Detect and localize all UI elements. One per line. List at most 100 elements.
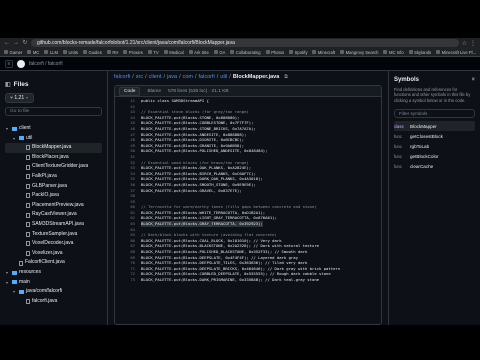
hamburger-icon[interactable]: ≡ xyxy=(5,59,13,68)
folder-icon xyxy=(19,136,24,141)
file-icon xyxy=(26,155,30,161)
symbol-kind: class xyxy=(394,123,404,129)
repo-breadcrumb[interactable]: falcorfi / falcorfi xyxy=(29,61,63,67)
blame-tab[interactable]: Blame xyxy=(143,88,165,95)
bookmark-item[interactable]: TV xyxy=(147,49,159,55)
tree-folder[interactable]: ▾ client xyxy=(5,124,102,134)
tree-file[interactable]: SAM3DStreamAPI.java xyxy=(5,220,102,230)
bookmark-item[interactable]: Medical xyxy=(163,50,184,55)
bookmark-label: Mangrovy Search xyxy=(345,49,379,55)
menu-icon[interactable]: ⋮ xyxy=(470,40,476,47)
github-logo-icon[interactable] xyxy=(17,59,25,68)
bookmark-item[interactable]: Minecraft xyxy=(312,50,335,55)
github-header: ≡ falcorfi / falcorfi xyxy=(0,57,480,71)
bookmark-item[interactable]: LLM xyxy=(44,50,58,55)
path-segment[interactable]: java xyxy=(167,74,177,80)
bookmark-item[interactable]: Spotify xyxy=(289,50,307,55)
tree-file[interactable]: BlockMapper.java xyxy=(5,143,102,153)
copy-path-icon[interactable]: ⧉ xyxy=(284,74,288,80)
bookmark-item[interactable]: Proxies xyxy=(123,50,143,55)
file-icon xyxy=(26,183,30,189)
path-segment[interactable]: falcorfi xyxy=(199,74,215,80)
bookmark-favicon-icon xyxy=(230,50,235,54)
tree-item-label: VoxelDecoder.java xyxy=(32,240,74,247)
bookmark-label: TV xyxy=(153,49,159,55)
file-icon xyxy=(26,222,30,228)
tree-item-label: falcorfi.java xyxy=(32,297,58,304)
file-icon xyxy=(19,260,23,266)
line-text: BLOCK_PALETTE.put(Blocks.GRAVEL, 0x837E7… xyxy=(141,187,242,193)
bookmark-favicon-icon xyxy=(265,50,270,54)
tree-item-label: util xyxy=(26,134,33,141)
symbol-item[interactable]: func getClosestBlock xyxy=(394,131,475,141)
tree-file[interactable]: FalkPI.java xyxy=(5,172,102,182)
bookmark-item[interactable]: Collaborating xyxy=(230,50,261,55)
path-separator: / xyxy=(132,74,134,80)
file-icon xyxy=(26,298,30,304)
tree-file[interactable]: RayCastViewer.java xyxy=(5,210,102,220)
bookmark-item[interactable]: RH xyxy=(106,50,118,55)
back-icon[interactable]: ← xyxy=(4,40,10,46)
path-segment[interactable]: src xyxy=(136,74,143,80)
tree-file[interactable]: GLBParser.java xyxy=(5,182,102,192)
path-segment[interactable]: falcorfi xyxy=(114,74,130,80)
tree-file[interactable]: PackIO.java xyxy=(5,191,102,201)
bookmark-item[interactable]: Mangrovy Search xyxy=(340,50,378,55)
forward-icon[interactable]: → xyxy=(13,40,19,46)
symbol-item[interactable]: func rgbToLab xyxy=(394,141,475,151)
filter-symbols-input[interactable]: Filter symbols xyxy=(394,109,475,119)
reload-icon[interactable]: ↻ xyxy=(22,40,28,46)
main-layout: ◧ Files ⑂ 1.21 ▾ Go to file ▾ client ▾ util… xyxy=(0,71,480,325)
tree-file[interactable]: falcorfi.java xyxy=(5,297,102,307)
tree-file[interactable]: BlockPlacer.java xyxy=(5,153,102,163)
bookmark-item[interactable]: Minecraft Live Pl... xyxy=(436,50,476,55)
bookmark-item[interactable]: Gamer xyxy=(4,50,22,55)
symbol-name: getBlockColor xyxy=(410,153,439,159)
close-icon[interactable]: × xyxy=(471,77,475,83)
tree-file[interactable]: ClientTextureGridder.java xyxy=(5,162,102,172)
bookmark-item[interactable]: GA xyxy=(213,50,225,55)
url-input[interactable]: github.com/blocks-remade/falcorfolobot/1… xyxy=(31,39,459,47)
path-segment[interactable]: client xyxy=(149,74,162,80)
symbol-item[interactable]: class BlockMapper xyxy=(394,121,475,132)
go-to-file-input[interactable]: Go to file xyxy=(5,107,102,116)
current-file-name: BlockMapper.java xyxy=(232,74,280,80)
file-icon xyxy=(26,241,30,247)
chevron-down-icon: ▾ xyxy=(13,135,16,141)
bookmark-item[interactable]: Skylands xyxy=(408,50,431,55)
tree-file[interactable]: PlacementPreview.java xyxy=(5,201,102,211)
bookmark-item[interactable]: Photos xyxy=(265,50,284,55)
symbol-item[interactable]: func clearCache xyxy=(394,161,475,171)
code-line: 73 BLOCK_PALETTE.put(Blocks.DARK_PRISMAR… xyxy=(115,277,381,283)
branch-selector[interactable]: ⑂ 1.21 ▾ xyxy=(5,93,34,103)
tree-file[interactable]: VoxelDecoder.java xyxy=(5,239,102,249)
tree-file[interactable]: TextureSampler.java xyxy=(5,230,102,240)
bookmark-item[interactable]: MC Info xyxy=(383,50,404,55)
tree-folder[interactable]: ▾ java/com/falcorfi xyxy=(5,287,102,297)
tree-file[interactable]: Voxelizer.java xyxy=(5,249,102,259)
bookmark-item[interactable]: Units xyxy=(62,50,78,55)
tree-folder[interactable]: ▾ resources xyxy=(5,268,102,278)
symbol-item[interactable]: func getBlockColor xyxy=(394,151,475,161)
bookmark-favicon-icon xyxy=(436,50,441,54)
bookmark-item[interactable]: Guides xyxy=(83,50,102,55)
star-icon[interactable]: ☆ xyxy=(462,40,467,47)
line-text: BLOCK_PALETTE.put(Blocks.GRAY_TERRACOTTA… xyxy=(141,221,263,227)
path-segment[interactable]: util xyxy=(220,74,227,80)
files-heading: ◧ Files xyxy=(5,81,29,88)
tree-folder[interactable]: ▾ main xyxy=(5,278,102,288)
sidebar-toggle-icon[interactable]: ◧ xyxy=(5,81,11,88)
file-icon xyxy=(26,251,30,257)
bookmark-item[interactable]: MC xyxy=(27,50,39,55)
tree-item-label: BlockMapper.java xyxy=(32,144,72,151)
bookmark-label: Minecraft xyxy=(317,49,336,55)
bookmark-item[interactable]: Ark Site xyxy=(188,50,209,55)
code-tab[interactable]: Code xyxy=(119,86,141,96)
tree-file[interactable]: FalcorfiClient.java xyxy=(5,258,102,268)
tree-folder[interactable]: ▾ util xyxy=(5,134,102,144)
bookmark-favicon-icon xyxy=(340,50,345,54)
line-number[interactable]: 73 xyxy=(115,277,141,283)
symbol-kind: func xyxy=(394,143,402,149)
path-segment[interactable]: com xyxy=(183,74,193,80)
bookmark-favicon-icon xyxy=(27,50,32,54)
